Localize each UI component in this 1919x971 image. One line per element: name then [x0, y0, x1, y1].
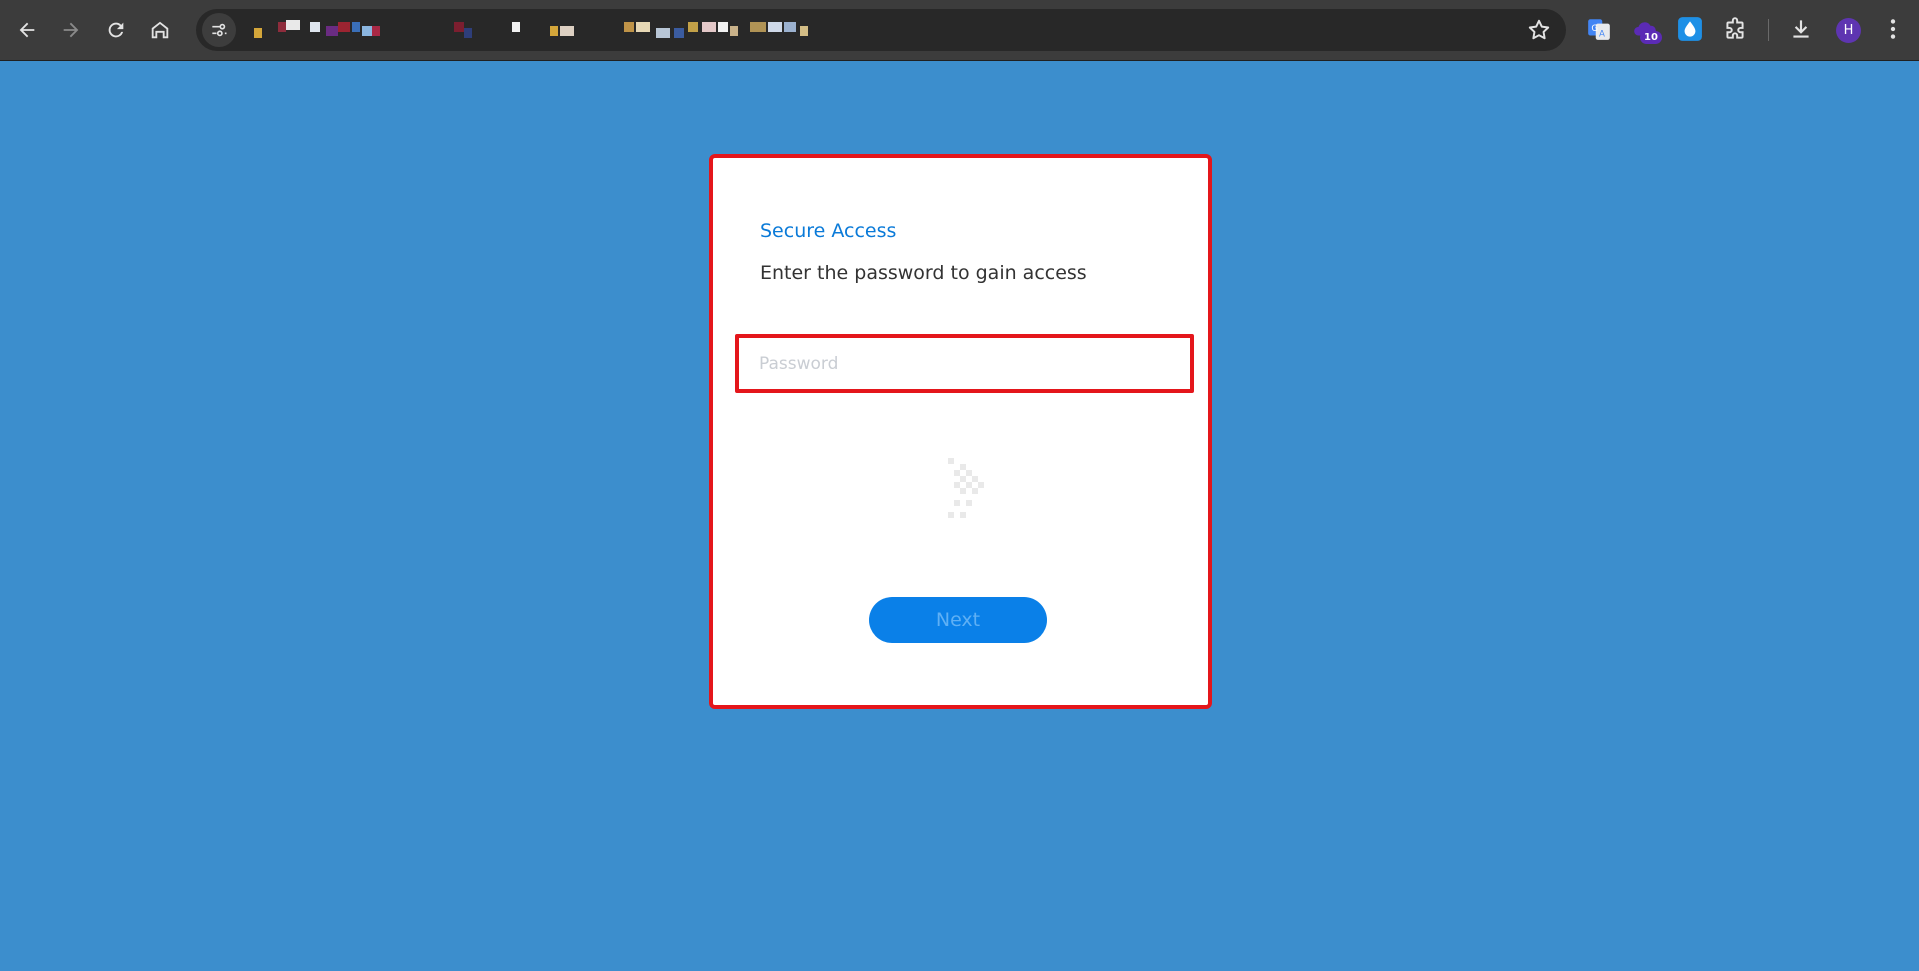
password-field-wrapper: [735, 334, 1194, 393]
dialog-subtitle: Enter the password to gain access: [760, 262, 1087, 284]
site-info-button[interactable]: [202, 13, 236, 47]
faded-logo-icon: [948, 458, 984, 518]
address-bar[interactable]: [196, 9, 1566, 51]
svg-text:G: G: [1591, 24, 1598, 34]
toolbar-divider: [1768, 19, 1769, 41]
home-icon: [151, 21, 169, 39]
site-info-icon: [212, 23, 227, 37]
extension-puzzle-icon[interactable]: [1722, 16, 1748, 42]
next-button[interactable]: Next: [869, 597, 1047, 643]
password-input[interactable]: [739, 338, 1190, 389]
back-icon: [19, 22, 35, 38]
menu-icon[interactable]: [1880, 16, 1906, 42]
home-button[interactable]: [142, 12, 178, 48]
extension-drop-icon[interactable]: [1677, 16, 1703, 42]
extension-badge: 10: [1640, 31, 1662, 44]
secure-access-dialog: Secure Access Enter the password to gain…: [709, 154, 1212, 709]
forward-icon: [63, 22, 79, 38]
reload-icon: [108, 22, 124, 38]
dialog-title: Secure Access: [760, 220, 897, 242]
bookmark-star-icon[interactable]: [1526, 17, 1552, 43]
redacted-url: [254, 20, 824, 38]
forward-button[interactable]: [53, 12, 89, 48]
reload-button[interactable]: [98, 12, 134, 48]
profile-avatar[interactable]: H: [1836, 18, 1861, 43]
download-icon[interactable]: [1788, 16, 1814, 42]
back-button[interactable]: [9, 12, 45, 48]
google-translate-icon[interactable]: G A: [1586, 16, 1612, 42]
browser-toolbar: G A 10 H: [0, 0, 1919, 61]
svg-text:A: A: [1599, 30, 1605, 40]
